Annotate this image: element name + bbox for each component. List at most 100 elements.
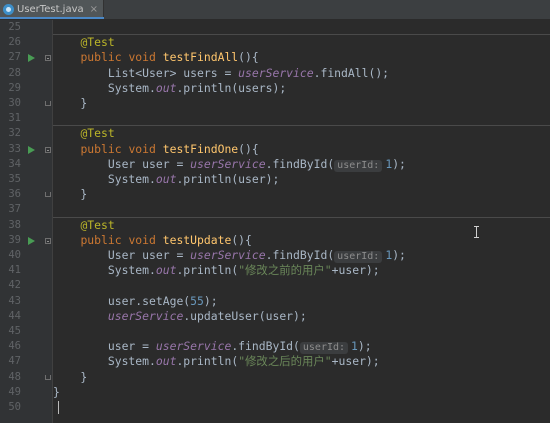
java-class-icon	[3, 4, 14, 15]
line-number: 46	[8, 340, 21, 353]
code-token: }	[53, 187, 88, 202]
code-token: @Test	[80, 126, 115, 141]
line-number: 29	[8, 81, 21, 94]
code-line[interactable]: userService.updateUser(user);	[53, 309, 307, 324]
code-token: +user);	[331, 263, 380, 278]
line-number: 35	[8, 173, 21, 185]
line-number: 42	[8, 279, 21, 292]
code-line[interactable]: @Test	[53, 218, 114, 233]
code-token: System.	[53, 172, 156, 186]
line-number: 47	[8, 355, 21, 368]
fold-icon[interactable]	[45, 55, 51, 62]
code-line[interactable]: List<User> users = userService.findAll()…	[53, 66, 389, 81]
line-number: 30	[8, 97, 21, 109]
code-line[interactable]: User user = userService.findById(userId:…	[53, 157, 406, 172]
fold-icon[interactable]	[45, 237, 51, 244]
code-token: 55	[190, 293, 204, 308]
line-number: 38	[8, 218, 21, 231]
line-number: 48	[8, 370, 21, 383]
ide-window: UserTest.java × 25 26 27 28 29 30 31 32 33 34 35 36…	[0, 0, 550, 423]
fold-icon[interactable]	[45, 146, 51, 153]
code-token: .println(	[176, 263, 239, 278]
code-line[interactable]: public void testFindOne(){	[53, 141, 259, 157]
parameter-hint: userId:	[334, 159, 383, 172]
code-token: );	[357, 339, 372, 354]
line-number: 40	[8, 249, 21, 261]
code-token: +user);	[331, 354, 380, 369]
code-token: .findById(	[265, 156, 335, 171]
run-test-icon[interactable]	[28, 54, 35, 63]
code-token: userService	[107, 308, 184, 323]
line-number: 31	[8, 112, 21, 125]
code-line[interactable]: }	[53, 385, 60, 400]
code-token: List<User> users =	[53, 65, 239, 80]
code-token: (){	[238, 141, 259, 156]
code-token: testFindOne	[162, 141, 239, 156]
code-token: public void	[80, 141, 163, 156]
code-line[interactable]: }	[53, 187, 87, 202]
code-line[interactable]: @Test	[53, 35, 114, 50]
close-icon[interactable]: ×	[90, 4, 98, 15]
code-token: System.	[53, 354, 156, 369]
tab-usertest-java[interactable]: UserTest.java ×	[0, 0, 104, 19]
method-separator	[53, 125, 550, 127]
code-token: "修改之后的用户"	[238, 354, 332, 369]
line-number: 43	[8, 294, 21, 307]
method-separator	[53, 216, 550, 218]
code-line[interactable]: public void testUpdate(){	[53, 233, 251, 248]
code-token: .println(	[176, 354, 239, 369]
code-line[interactable]: }	[53, 370, 87, 385]
editor-gutter[interactable]: 25 26 27 28 29 30 31 32 33 34 35 36 37 38 39 40 41 42 43 44…	[0, 20, 53, 423]
fold-end-icon[interactable]	[45, 192, 51, 198]
code-token: out	[155, 172, 177, 186]
line-number: 28	[8, 66, 21, 79]
code-token: }	[53, 384, 60, 399]
method-separator	[53, 34, 550, 36]
code-token: "修改之前的用户"	[238, 263, 332, 278]
code-line[interactable]: public void testFindAll(){	[53, 50, 258, 65]
code-token: .println(users);	[176, 80, 287, 95]
code-token: User user =	[53, 248, 191, 262]
code-line[interactable]: user = userService.findById(userId: 1);	[53, 339, 372, 355]
code-line[interactable]: User user = userService.findById(userId:…	[53, 248, 406, 263]
code-token: );	[392, 156, 406, 171]
code-token: userService	[238, 65, 314, 80]
code-token: out	[155, 80, 177, 95]
line-number: 44	[8, 309, 21, 322]
line-number: 33	[8, 142, 21, 155]
code-token: .findById(	[231, 339, 300, 354]
code-token: .findAll();	[313, 65, 390, 80]
editor-tab-bar: UserTest.java ×	[0, 0, 550, 20]
code-editor[interactable]: @Test public void testFindAll(){ List<Us…	[53, 20, 550, 423]
mouse-ibeam-cursor	[473, 226, 481, 238]
fold-end-icon[interactable]	[45, 101, 51, 106]
line-number: 36	[8, 188, 21, 201]
run-test-icon[interactable]	[28, 236, 35, 245]
code-line[interactable]: System.out.println("修改之后的用户"+user);	[53, 354, 380, 369]
code-line[interactable]: user.setAge(55);	[53, 294, 218, 309]
code-line[interactable]: System.out.println(users);	[53, 81, 286, 96]
code-line[interactable]: }	[53, 96, 87, 111]
run-test-icon[interactable]	[28, 145, 35, 154]
tab-title: UserTest.java	[17, 4, 84, 15]
code-token: System.	[53, 263, 156, 278]
code-line[interactable]: System.out.println("修改之前的用户"+user);	[53, 263, 380, 278]
code-token: testFindAll	[162, 50, 239, 65]
code-line[interactable]: @Test	[53, 126, 115, 141]
code-line[interactable]: System.out.println(user);	[53, 172, 279, 187]
line-number: 49	[8, 385, 21, 398]
line-number: 34	[8, 157, 21, 170]
line-number: 25	[8, 21, 21, 33]
fold-end-icon[interactable]	[45, 374, 51, 380]
code-token: public void	[80, 50, 163, 65]
code-token: userService	[190, 248, 266, 262]
parameter-hint: userId:	[334, 251, 383, 263]
parameter-hint: userId:	[299, 342, 349, 355]
text-caret	[58, 401, 59, 414]
